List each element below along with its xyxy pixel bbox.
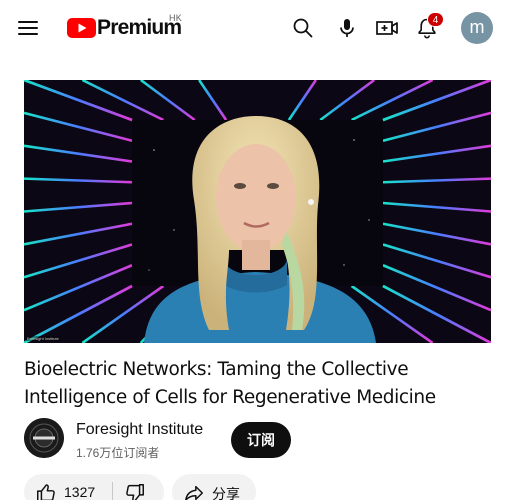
hamburger-icon (18, 21, 38, 23)
share-button[interactable]: 分享 (172, 474, 256, 500)
notification-count-badge: 4 (427, 12, 444, 27)
foresight-logo-icon (24, 418, 64, 458)
share-arrow-icon (185, 485, 203, 500)
region-code: HK (169, 13, 183, 23)
youtube-premium-logo[interactable]: Premium (67, 14, 182, 42)
video-frame (24, 80, 491, 343)
subscribe-button[interactable]: 订阅 (231, 422, 291, 458)
account-avatar[interactable]: m (461, 12, 493, 44)
thumbs-up-icon (37, 484, 55, 500)
like-button[interactable]: 1327 (24, 474, 112, 500)
thumbs-down-icon (126, 484, 144, 500)
channel-avatar[interactable] (24, 418, 64, 458)
video-title: Bioelectric Networks: Taming the Collect… (24, 359, 436, 408)
like-count: 1327 (64, 484, 96, 500)
notifications-button[interactable]: 4 (415, 12, 444, 40)
video-watermark: Foresight Institute (26, 336, 60, 341)
menu-button[interactable] (16, 16, 40, 40)
search-icon (293, 18, 313, 38)
search-button[interactable] (291, 16, 315, 40)
youtube-play-icon (67, 18, 96, 38)
create-button[interactable] (375, 16, 399, 40)
microphone-icon (340, 19, 354, 37)
create-video-icon (376, 21, 398, 35)
channel-name[interactable]: Foresight Institute (76, 421, 203, 439)
dislike-button[interactable] (113, 474, 164, 500)
voice-search-button[interactable] (335, 16, 359, 40)
video-player[interactable]: Foresight Institute (24, 80, 491, 343)
share-label: 分享 (212, 486, 240, 500)
like-dislike-group: 1327 (24, 474, 164, 500)
subscriber-count: 1.76万位订阅者 (76, 446, 160, 460)
top-bar: Premium HK 4 m (0, 0, 515, 56)
channel-row: Foresight Institute 1.76万位订阅者 订阅 (24, 418, 494, 462)
